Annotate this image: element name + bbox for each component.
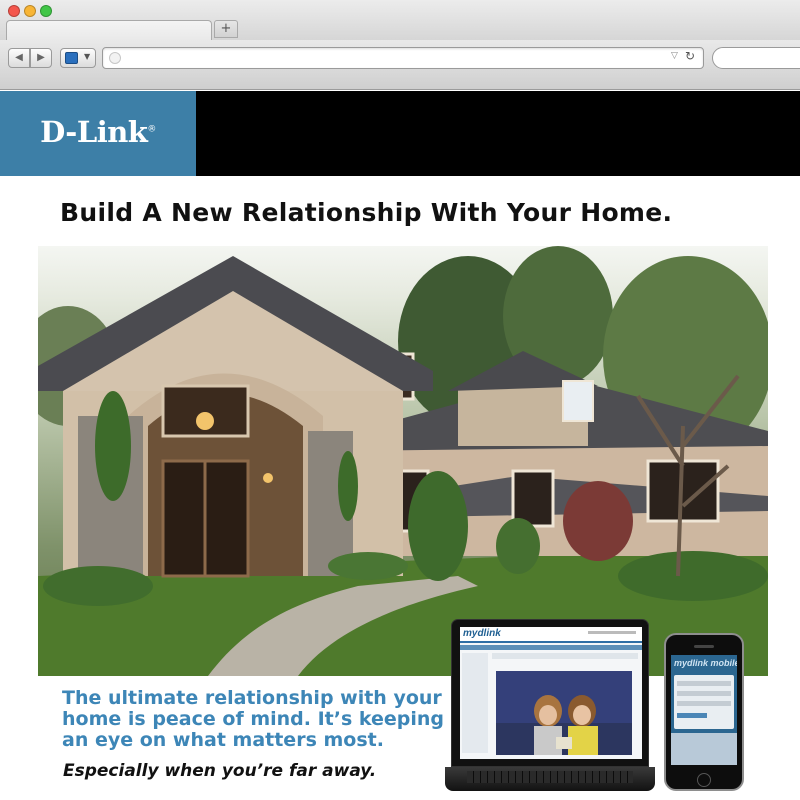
app-header: mydlink (460, 627, 642, 643)
globe-icon (109, 52, 121, 64)
tagline-line: The ultimate relationship with your (62, 687, 442, 709)
laptop-keyboard (467, 771, 633, 783)
new-tab-button[interactable]: + (214, 20, 238, 38)
phone-speaker (694, 645, 714, 648)
brand-logo[interactable]: D-Link® (0, 91, 196, 176)
logo-text: D-Link (40, 115, 148, 149)
browser-tab[interactable] (6, 20, 212, 40)
laptop-screen: mydlink (460, 627, 642, 759)
laptop-lid: mydlink (451, 619, 649, 767)
url-history-dropdown-icon[interactable]: ▽ (671, 51, 678, 61)
login-form (674, 675, 734, 729)
minimize-window-button[interactable] (24, 5, 36, 17)
back-arrow-icon: ◀ (15, 52, 23, 63)
site-header: D-Link® (0, 91, 800, 176)
smartphone-image: mydlink mobile (664, 633, 744, 791)
chevron-down-icon: ▼ (84, 52, 91, 61)
laptop-image: mydlink (445, 619, 655, 791)
back-button[interactable]: ◀ (8, 48, 30, 68)
favicon-icon (65, 52, 78, 64)
app-illustration (671, 733, 737, 765)
close-window-button[interactable] (8, 5, 20, 17)
mydlink-mobile-logo: mydlink mobile (674, 658, 737, 668)
zoom-window-button[interactable] (40, 5, 52, 17)
page-headline: Build A New Relationship With Your Home. (60, 198, 673, 227)
house-illustration (38, 246, 768, 676)
site-info-button[interactable]: ▼ (60, 48, 96, 68)
address-bar[interactable]: ▽ ↻ (102, 47, 704, 69)
web-page: D-Link® Build A New Relationship With Yo… (0, 91, 800, 800)
home-button-icon (697, 773, 711, 787)
browser-toolbar: ◀ ▶ ▼ ▽ ↻ (0, 40, 800, 90)
app-sidebar (462, 653, 488, 753)
tagline-line: an eye on what matters most. (62, 729, 384, 751)
forward-arrow-icon: ▶ (37, 52, 45, 63)
url-input[interactable] (125, 50, 665, 66)
tagline-line: home is peace of mind. It’s keeping (62, 708, 445, 730)
live-video-feed (496, 671, 632, 755)
sub-tagline: Especially when you’re far away. (63, 761, 377, 781)
app-tabs (492, 653, 638, 659)
mydlink-logo: mydlink (463, 628, 501, 639)
search-field[interactable] (712, 47, 800, 69)
page-margin (768, 176, 800, 800)
house-hero-image (38, 246, 768, 676)
forward-button[interactable]: ▶ (30, 48, 52, 68)
registered-mark: ® (147, 124, 156, 135)
video-still (496, 671, 632, 755)
phone-screen: mydlink mobile (671, 655, 737, 765)
reload-icon[interactable]: ↻ (685, 49, 695, 63)
tagline: The ultimate relationship with your home… (62, 688, 462, 751)
browser-title-bar: + (0, 0, 800, 40)
